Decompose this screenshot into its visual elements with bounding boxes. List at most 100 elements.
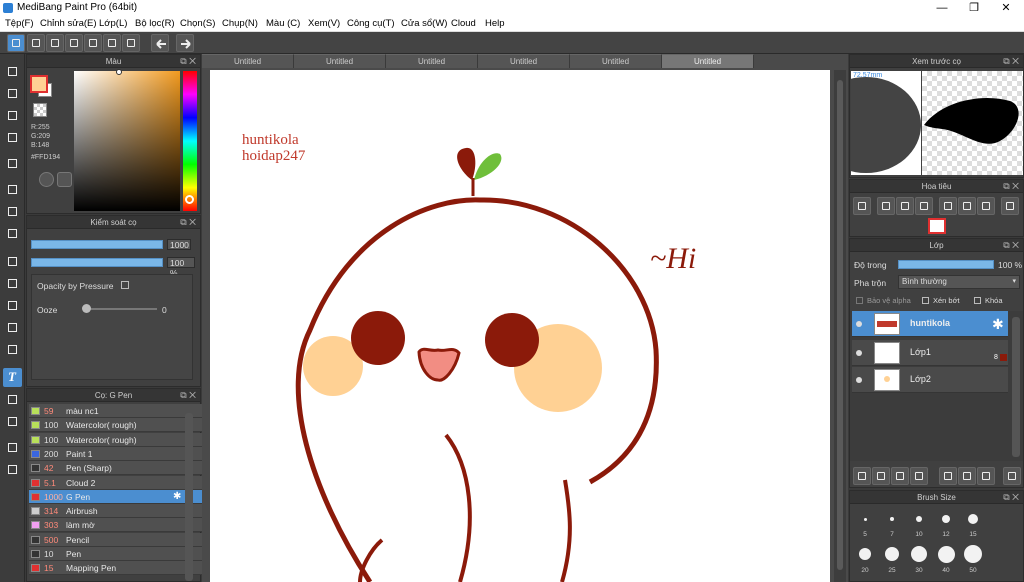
lock-checkbox[interactable] (974, 297, 981, 304)
document-icon[interactable] (84, 34, 102, 52)
brush-item[interactable]: 303 làm mờ (29, 518, 209, 533)
hand-tool-icon[interactable] (3, 460, 22, 479)
layer-row-lop1[interactable]: Lớp1 8 (852, 340, 1008, 366)
redo-icon[interactable] (176, 34, 194, 52)
trash-icon[interactable] (1003, 467, 1021, 485)
fit-window-icon[interactable] (896, 197, 914, 215)
brush-item[interactable]: 59 màu nc1 (29, 404, 209, 418)
brush-item[interactable]: 10 Pen (29, 547, 209, 561)
eraser-tool-icon[interactable] (3, 84, 22, 103)
visibility-eye-icon[interactable] (856, 350, 862, 356)
ooze-slider[interactable] (83, 308, 157, 310)
panel-controls-icon[interactable]: ⧉ ✕ (180, 216, 196, 229)
saturation-value-picker[interactable] (74, 69, 180, 211)
menu-file[interactable]: Tệp(F) (5, 18, 34, 29)
brush-item[interactable]: 314 Airbrush (29, 504, 209, 519)
menu-filter[interactable]: Bộ lọc(R) (135, 18, 175, 29)
color-history-icon[interactable] (57, 172, 72, 187)
bucket-tool-icon[interactable] (3, 202, 22, 221)
navigator-thumbnail[interactable] (928, 218, 946, 234)
menu-tools[interactable]: Công cụ(T) (347, 18, 395, 29)
brush-opacity-value[interactable]: 100 % (167, 257, 195, 278)
menu-cloud[interactable]: Cloud (451, 18, 476, 29)
brush-size-dot[interactable] (968, 514, 978, 524)
brush-item[interactable]: 42 Pen (Sharp) (29, 461, 209, 476)
reset-view-icon[interactable] (958, 197, 976, 215)
tab-untitled-6[interactable]: Untitled (662, 54, 754, 68)
gradient-tool-icon[interactable] (3, 224, 22, 243)
folder-icon[interactable] (939, 467, 957, 485)
rotate-left-icon[interactable] (939, 197, 957, 215)
primary-color-swatch[interactable] (30, 75, 48, 93)
tab-untitled-1[interactable]: Untitled (202, 54, 294, 68)
undo-icon[interactable] (151, 34, 169, 52)
comment-icon[interactable] (46, 34, 64, 52)
tab-untitled-3[interactable]: Untitled (386, 54, 478, 68)
line-tool-icon[interactable] (3, 128, 22, 147)
zoom-in-icon[interactable] (853, 197, 871, 215)
opacity-by-pressure-checkbox[interactable] (121, 281, 129, 289)
brush-list-scroll-thumb[interactable] (185, 413, 193, 581)
list-icon[interactable] (103, 34, 121, 52)
brush-item[interactable]: 500 Pencil (29, 532, 209, 547)
eyedropper-tool-icon[interactable] (3, 438, 22, 457)
new-layer-icon[interactable] (853, 467, 871, 485)
visibility-eye-icon[interactable] (856, 377, 862, 383)
zoom-out-icon[interactable] (877, 197, 895, 215)
panel-controls-icon[interactable]: ⧉ ✕ (1003, 491, 1019, 504)
panel-controls-icon[interactable]: ⧉ ✕ (1003, 180, 1019, 193)
text-tool-icon[interactable]: T (3, 368, 22, 387)
menu-layer[interactable]: Lớp(L) (99, 18, 127, 29)
menu-capture[interactable]: Chụp(N) (222, 18, 258, 29)
select-pen-tool-icon[interactable] (3, 318, 22, 337)
merge-layer-icon[interactable] (977, 467, 995, 485)
lasso-tool-icon[interactable] (3, 274, 22, 293)
close-button[interactable]: ✕ (990, 0, 1022, 16)
brush-item[interactable]: 15 Mapping Pen (29, 561, 209, 576)
new-1bit-layer-icon[interactable] (891, 467, 909, 485)
select-eraser-tool-icon[interactable] (3, 340, 22, 359)
menu-help[interactable]: Help (485, 18, 505, 29)
maximize-button[interactable]: ❐ (958, 0, 990, 16)
layer-row-lop2[interactable]: Lớp2 (852, 367, 1008, 393)
brush-tool-icon[interactable] (3, 62, 22, 81)
actual-size-icon[interactable] (915, 197, 933, 215)
brush-item[interactable]: 200 Paint 1 (29, 446, 209, 461)
gear-icon[interactable]: ✱ (173, 490, 181, 504)
panel-controls-icon[interactable]: ⧉ ✕ (180, 55, 196, 68)
menu-edit[interactable]: Chỉnh sửa(E) (40, 18, 97, 29)
magic-wand-tool-icon[interactable] (3, 296, 22, 315)
brush-size-dot[interactable] (937, 545, 955, 563)
canvas-vertical-scrollbar[interactable] (834, 70, 846, 582)
minimize-button[interactable]: — (926, 0, 958, 16)
brush-item[interactable]: 100 Watercolor( rough) (29, 432, 209, 447)
panel-controls-icon[interactable]: ⧉ ✕ (1003, 55, 1019, 68)
brush-size-dot[interactable] (916, 516, 922, 522)
panel-controls-icon[interactable]: ⧉ ✕ (180, 389, 196, 402)
menu-view[interactable]: Xem(V) (308, 18, 340, 29)
duplicate-layer-icon[interactable] (958, 467, 976, 485)
brush-size-dot[interactable] (964, 545, 982, 563)
brush-opacity-slider[interactable] (31, 258, 163, 267)
select-rect-tool-icon[interactable] (3, 252, 22, 271)
brush-size-dot[interactable] (911, 546, 927, 562)
grid-icon[interactable] (122, 34, 140, 52)
hue-slider[interactable] (183, 71, 197, 211)
brush-size-dot[interactable] (863, 517, 867, 521)
add-layer-menu-icon[interactable] (910, 467, 928, 485)
brush-size-dot[interactable] (890, 517, 894, 521)
menu-color[interactable]: Màu (C) (266, 18, 300, 29)
divide-tool-icon[interactable] (3, 412, 22, 431)
brush-size-dot[interactable] (885, 547, 899, 561)
menu-window[interactable]: Cửa sổ(W) (401, 18, 447, 29)
panel-controls-icon[interactable]: ⧉ ✕ (1003, 239, 1019, 252)
operation-tool-icon[interactable] (3, 390, 22, 409)
ooze-slider-handle[interactable] (82, 304, 91, 313)
visibility-eye-icon[interactable] (856, 321, 862, 327)
palette-icon[interactable] (39, 172, 54, 187)
cloud-icon[interactable] (7, 34, 25, 52)
move-tool-icon[interactable] (3, 154, 22, 173)
brush-item[interactable]: 1000 G Pen ✱ (29, 489, 209, 504)
blend-mode-select[interactable]: Bình thường ▾ (898, 275, 1020, 289)
brush-item[interactable]: 5.1 Cloud 2 (29, 475, 209, 490)
